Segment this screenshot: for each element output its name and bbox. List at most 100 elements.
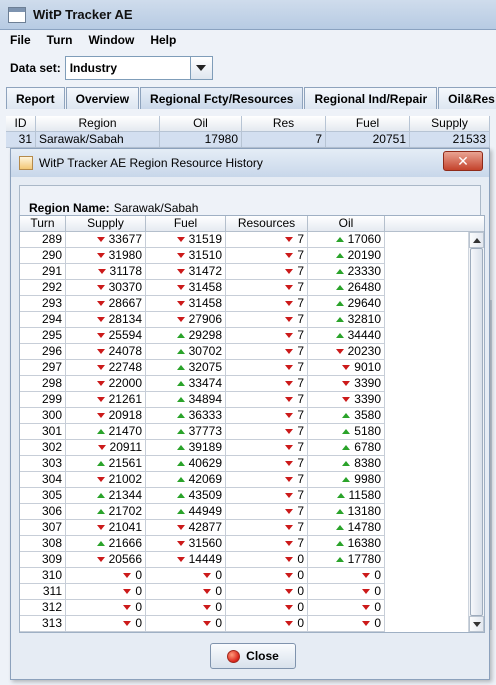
col-header-fuel[interactable]: Fuel bbox=[326, 116, 410, 132]
col-header-region[interactable]: Region bbox=[36, 116, 160, 132]
cell-turn-value: 311 bbox=[42, 584, 62, 598]
trend-down-icon bbox=[96, 317, 105, 323]
scroll-up-button[interactable] bbox=[469, 232, 484, 248]
table-row[interactable]: 292 30370 31458 7 26480 bbox=[20, 280, 484, 296]
trend-down-icon bbox=[285, 557, 294, 563]
cell-fuel: 30702 bbox=[146, 344, 226, 360]
col-header-resources[interactable]: Resources bbox=[226, 216, 308, 232]
cell-oil-value: 17780 bbox=[347, 552, 381, 566]
table-row[interactable]: 290 31980 31510 7 20190 bbox=[20, 248, 484, 264]
cell-resources: 7 bbox=[226, 248, 308, 264]
table-row[interactable]: 296 24078 30702 7 20230 bbox=[20, 344, 484, 360]
trend-up-icon bbox=[176, 429, 185, 435]
cell-supply: 0 bbox=[66, 584, 146, 600]
tab-overview[interactable]: Overview bbox=[65, 87, 140, 109]
col-header-res[interactable]: Res bbox=[242, 116, 326, 132]
cell-turn-value: 289 bbox=[41, 232, 62, 246]
dataset-row: Data set: Industry bbox=[0, 54, 213, 82]
dialog-title-bar[interactable]: WitP Tracker AE Region Resource History … bbox=[11, 149, 489, 177]
table-row[interactable]: 297 22748 32075 7 9010 bbox=[20, 360, 484, 376]
cell-oil-value: 3390 bbox=[354, 376, 381, 390]
trend-down-icon bbox=[96, 397, 105, 403]
tab-regional-ind-repair[interactable]: Regional Ind/Repair bbox=[304, 87, 438, 109]
table-row[interactable]: 305 21344 43509 7 11580 bbox=[20, 488, 484, 504]
scroll-thumb[interactable] bbox=[470, 248, 483, 616]
trend-down-icon bbox=[176, 237, 185, 243]
trend-up-icon bbox=[176, 349, 185, 355]
col-header-oil[interactable]: Oil bbox=[160, 116, 242, 132]
table-row[interactable]: 308 21666 31560 7 16380 bbox=[20, 536, 484, 552]
table-row[interactable]: 294 28134 27906 7 32810 bbox=[20, 312, 484, 328]
trend-down-icon bbox=[176, 253, 185, 259]
col-header-supply[interactable]: Supply bbox=[410, 116, 490, 132]
menu-file[interactable]: File bbox=[10, 33, 31, 47]
trend-up-icon bbox=[335, 509, 344, 515]
cell-resources: 7 bbox=[226, 376, 308, 392]
cell-resources: 7 bbox=[226, 232, 308, 248]
trend-down-icon bbox=[123, 605, 132, 611]
table-row[interactable]: 295 25594 29298 7 34440 bbox=[20, 328, 484, 344]
table-row[interactable]: 313 0 0 0 0 bbox=[20, 616, 484, 632]
cell-resources: 0 bbox=[226, 568, 308, 584]
table-row[interactable]: 312 0 0 0 0 bbox=[20, 600, 484, 616]
table-row[interactable]: 301 21470 37773 7 5180 bbox=[20, 424, 484, 440]
dataset-select[interactable]: Industry bbox=[64, 56, 213, 80]
cell-fuel-value: 31510 bbox=[188, 248, 222, 262]
table-row[interactable]: 31 Sarawak/Sabah 17980 7 20751 21533 bbox=[6, 132, 490, 148]
table-row[interactable]: 307 21041 42877 7 14780 bbox=[20, 520, 484, 536]
table-row[interactable]: 289 33677 31519 7 17060 bbox=[20, 232, 484, 248]
table-row[interactable]: 291 31178 31472 7 23330 bbox=[20, 264, 484, 280]
table-row[interactable]: 300 20918 36333 7 3580 bbox=[20, 408, 484, 424]
trend-up-icon bbox=[335, 285, 344, 291]
trend-down-icon bbox=[285, 605, 294, 611]
cell-fuel-value: 42069 bbox=[188, 472, 222, 486]
cell-turn-value: 310 bbox=[41, 568, 62, 582]
close-icon[interactable]: ✕ bbox=[443, 151, 483, 171]
cell-turn: 307 bbox=[20, 520, 66, 536]
trend-down-icon bbox=[362, 589, 371, 595]
cell-oil-value: 23330 bbox=[347, 264, 381, 278]
cell-fuel-value: 39189 bbox=[188, 440, 222, 454]
col-header-id[interactable]: ID bbox=[6, 116, 36, 132]
table-row[interactable]: 303 21561 40629 7 8380 bbox=[20, 456, 484, 472]
cell-supply-value: 21344 bbox=[108, 488, 142, 502]
scroll-down-button[interactable] bbox=[469, 616, 484, 632]
cell-turn: 298 bbox=[20, 376, 66, 392]
cell-resources-value: 7 bbox=[297, 328, 304, 342]
cell-fuel: 42069 bbox=[146, 472, 226, 488]
table-row[interactable]: 309 20566 14449 0 17780 bbox=[20, 552, 484, 568]
cell-fuel-value: 43509 bbox=[188, 488, 222, 502]
table-row[interactable]: 293 28667 31458 7 29640 bbox=[20, 296, 484, 312]
cell-supply-value: 25594 bbox=[108, 328, 142, 342]
table-row[interactable]: 306 21702 44949 7 13180 bbox=[20, 504, 484, 520]
menu-help[interactable]: Help bbox=[150, 33, 176, 47]
tab-regional-fcty-resources[interactable]: Regional Fcty/Resources bbox=[140, 87, 304, 109]
table-row[interactable]: 302 20911 39189 7 6780 bbox=[20, 440, 484, 456]
chevron-down-icon[interactable] bbox=[189, 57, 212, 79]
table-row[interactable]: 310 0 0 0 0 bbox=[20, 568, 484, 584]
cell-oil: 3390 bbox=[308, 392, 385, 408]
trend-down-icon bbox=[285, 349, 294, 355]
tab-report[interactable]: Report bbox=[6, 87, 65, 109]
cell-oil-value: 0 bbox=[374, 584, 381, 598]
table-row[interactable]: 298 22000 33474 7 3390 bbox=[20, 376, 484, 392]
cell-fuel: 31458 bbox=[146, 280, 226, 296]
table-row[interactable]: 311 0 0 0 0 bbox=[20, 584, 484, 600]
table-row[interactable]: 304 21002 42069 7 9980 bbox=[20, 472, 484, 488]
history-scrollbar[interactable] bbox=[468, 232, 484, 632]
trend-down-icon bbox=[203, 621, 212, 627]
trend-up-icon bbox=[335, 333, 344, 339]
table-row[interactable]: 299 21261 34894 7 3390 bbox=[20, 392, 484, 408]
col-header-supply[interactable]: Supply bbox=[66, 216, 146, 232]
col-header-fuel[interactable]: Fuel bbox=[146, 216, 226, 232]
trend-up-icon bbox=[176, 365, 185, 371]
cell-fuel-value: 33474 bbox=[188, 376, 222, 390]
close-button[interactable]: Close bbox=[210, 643, 296, 669]
cell-resources: 7 bbox=[226, 504, 308, 520]
cell-supply: 20911 bbox=[66, 440, 146, 456]
menu-turn[interactable]: Turn bbox=[47, 33, 73, 47]
tab-oil-res[interactable]: Oil&Res bbox=[438, 87, 496, 109]
col-header-turn[interactable]: Turn bbox=[20, 216, 66, 232]
col-header-oil[interactable]: Oil bbox=[308, 216, 385, 232]
menu-window[interactable]: Window bbox=[88, 33, 134, 47]
